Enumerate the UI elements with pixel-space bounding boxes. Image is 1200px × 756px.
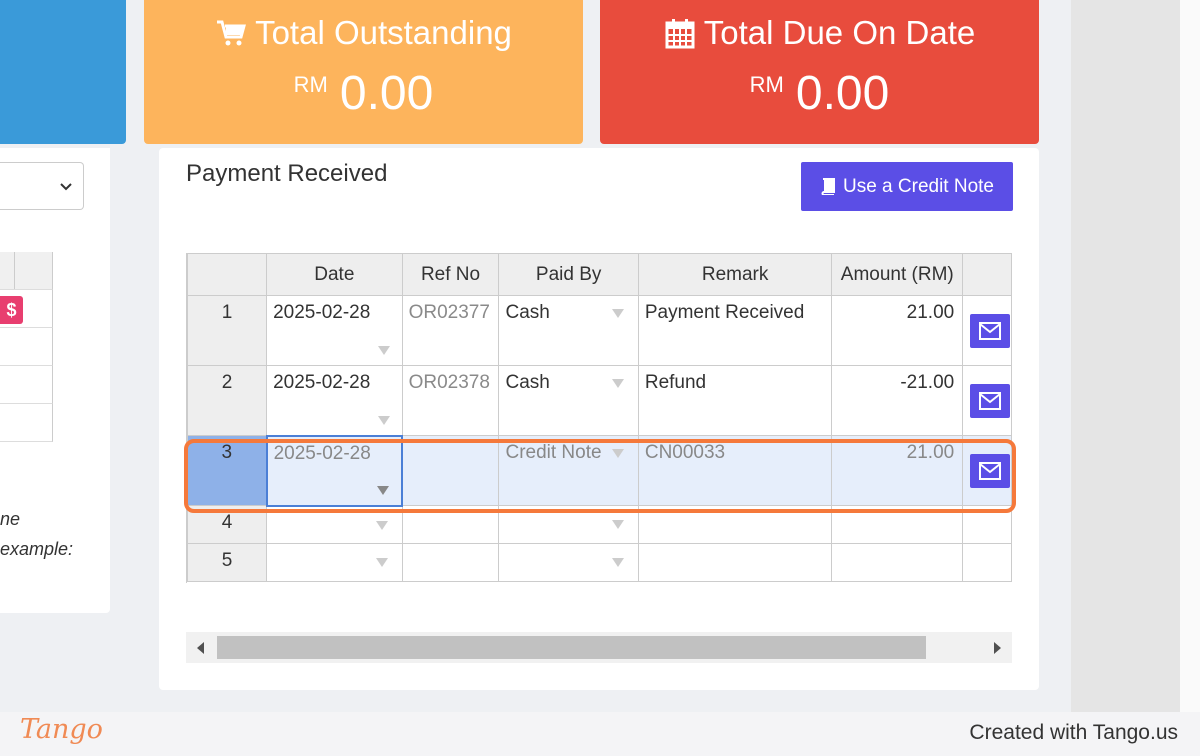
dropdown-arrow-icon[interactable]	[375, 520, 388, 530]
col-header-ref[interactable]: Ref No	[401, 253, 500, 296]
total-due-card: Total Due On Date RM 0.00	[600, 0, 1039, 144]
left-note-line2: example:	[0, 539, 74, 559]
left-grid-row	[0, 404, 53, 442]
action-cell	[962, 295, 1012, 366]
footer: Tango Created with Tango.us	[0, 712, 1200, 756]
ref-cell: OR02377	[401, 295, 500, 366]
row-number[interactable]: 1	[187, 295, 268, 366]
email-button[interactable]	[970, 384, 1011, 418]
horizontal-scrollbar[interactable]	[186, 632, 1012, 663]
paid-by-value: Cash	[505, 302, 550, 323]
table-row: 2 2025-02-28 OR02378 Cash Refund -21.00	[187, 365, 1012, 436]
tango-logo: Tango	[20, 714, 103, 745]
scroll-left-icon[interactable]	[197, 642, 204, 654]
col-header-remark[interactable]: Remark	[637, 253, 833, 296]
due-amount: 0.00	[795, 67, 890, 120]
amount-cell[interactable]	[831, 543, 964, 582]
left-grid-row	[0, 328, 53, 366]
payment-grid: Date Ref No Paid By Remark Amount (RM) 1…	[186, 253, 1012, 583]
use-credit-note-label: Use a Credit Note	[842, 175, 994, 197]
remark-cell[interactable]: Refund	[637, 365, 833, 436]
action-cell	[962, 543, 1012, 582]
grid-header-row: Date Ref No Paid By Remark Amount (RM)	[187, 253, 1012, 296]
outstanding-amount: 0.00	[339, 67, 434, 120]
dropdown-arrow-icon[interactable]	[611, 309, 624, 318]
calendar-icon	[665, 19, 695, 49]
paid-by-value: Cash	[505, 372, 550, 393]
amount-cell[interactable]: 21.00	[831, 295, 964, 366]
action-cell	[962, 365, 1012, 436]
left-grid-row: $	[0, 290, 53, 328]
date-cell[interactable]: 2025-02-28	[266, 295, 403, 366]
step-highlight-frame	[184, 439, 1016, 513]
created-with-text: Created with Tango.us	[969, 721, 1178, 744]
email-button[interactable]	[970, 314, 1011, 348]
left-grid-row	[0, 366, 53, 404]
chevron-down-icon	[60, 183, 72, 191]
left-grid: $	[0, 252, 53, 442]
book-icon	[821, 178, 835, 195]
envelope-icon	[979, 392, 1002, 410]
ref-cell	[401, 543, 500, 582]
due-currency: RM	[749, 72, 784, 97]
use-credit-note-button[interactable]: Use a Credit Note	[801, 162, 1013, 211]
col-header-amount[interactable]: Amount (RM)	[831, 253, 964, 296]
corner-header	[187, 253, 268, 296]
dropdown-arrow-icon[interactable]	[377, 415, 390, 425]
amount-cell[interactable]: -21.00	[831, 365, 964, 436]
panel-title: Payment Received	[186, 160, 388, 187]
scroll-right-icon[interactable]	[994, 642, 1001, 654]
left-grid-header	[0, 252, 53, 290]
envelope-icon	[979, 322, 1002, 340]
left-panel: $ ne example:	[0, 148, 110, 613]
paid-by-cell[interactable]	[498, 543, 639, 582]
total-outstanding-card: Total Outstanding RM 0.00	[144, 0, 583, 144]
date-cell[interactable]: 2025-02-28	[266, 365, 403, 436]
total-outstanding-title: Total Outstanding	[255, 14, 512, 51]
date-value: 2025-02-28	[273, 302, 371, 323]
remark-cell[interactable]: Payment Received	[637, 295, 833, 366]
dropdown-arrow-icon[interactable]	[611, 520, 624, 529]
left-select[interactable]	[0, 162, 84, 210]
row-number[interactable]: 5	[187, 543, 268, 582]
dropdown-arrow-icon[interactable]	[375, 558, 388, 567]
dollar-button[interactable]: $	[0, 296, 23, 324]
table-row: 5	[187, 543, 1012, 582]
date-cell[interactable]	[266, 543, 403, 582]
right-edge	[1180, 0, 1200, 712]
remark-cell[interactable]	[637, 543, 833, 582]
payment-received-panel: Payment Received Use a Credit Note Date …	[159, 148, 1039, 690]
date-value: 2025-02-28	[273, 372, 371, 393]
scrollbar-thumb[interactable]	[217, 636, 926, 659]
left-note-text: ne example:	[0, 504, 73, 564]
summary-card-blue	[0, 0, 126, 144]
total-due-title: Total Due On Date	[703, 14, 976, 51]
col-header-date[interactable]: Date	[266, 253, 403, 296]
paid-by-cell[interactable]: Cash	[498, 295, 639, 366]
dropdown-arrow-icon[interactable]	[377, 346, 390, 355]
paid-by-cell[interactable]: Cash	[498, 365, 639, 436]
col-header-action	[962, 253, 1012, 296]
left-note-line1: ne	[0, 509, 21, 529]
cart-icon	[217, 20, 247, 46]
dropdown-arrow-icon[interactable]	[611, 379, 624, 388]
dropdown-arrow-icon[interactable]	[611, 558, 624, 567]
table-row: 1 2025-02-28 OR02377 Cash Payment Receiv…	[187, 295, 1012, 366]
col-header-paid-by[interactable]: Paid By	[498, 253, 639, 296]
outstanding-currency: RM	[293, 72, 328, 97]
ref-cell: OR02378	[401, 365, 500, 436]
right-gray-area	[1071, 0, 1180, 712]
row-number[interactable]: 2	[187, 365, 268, 436]
